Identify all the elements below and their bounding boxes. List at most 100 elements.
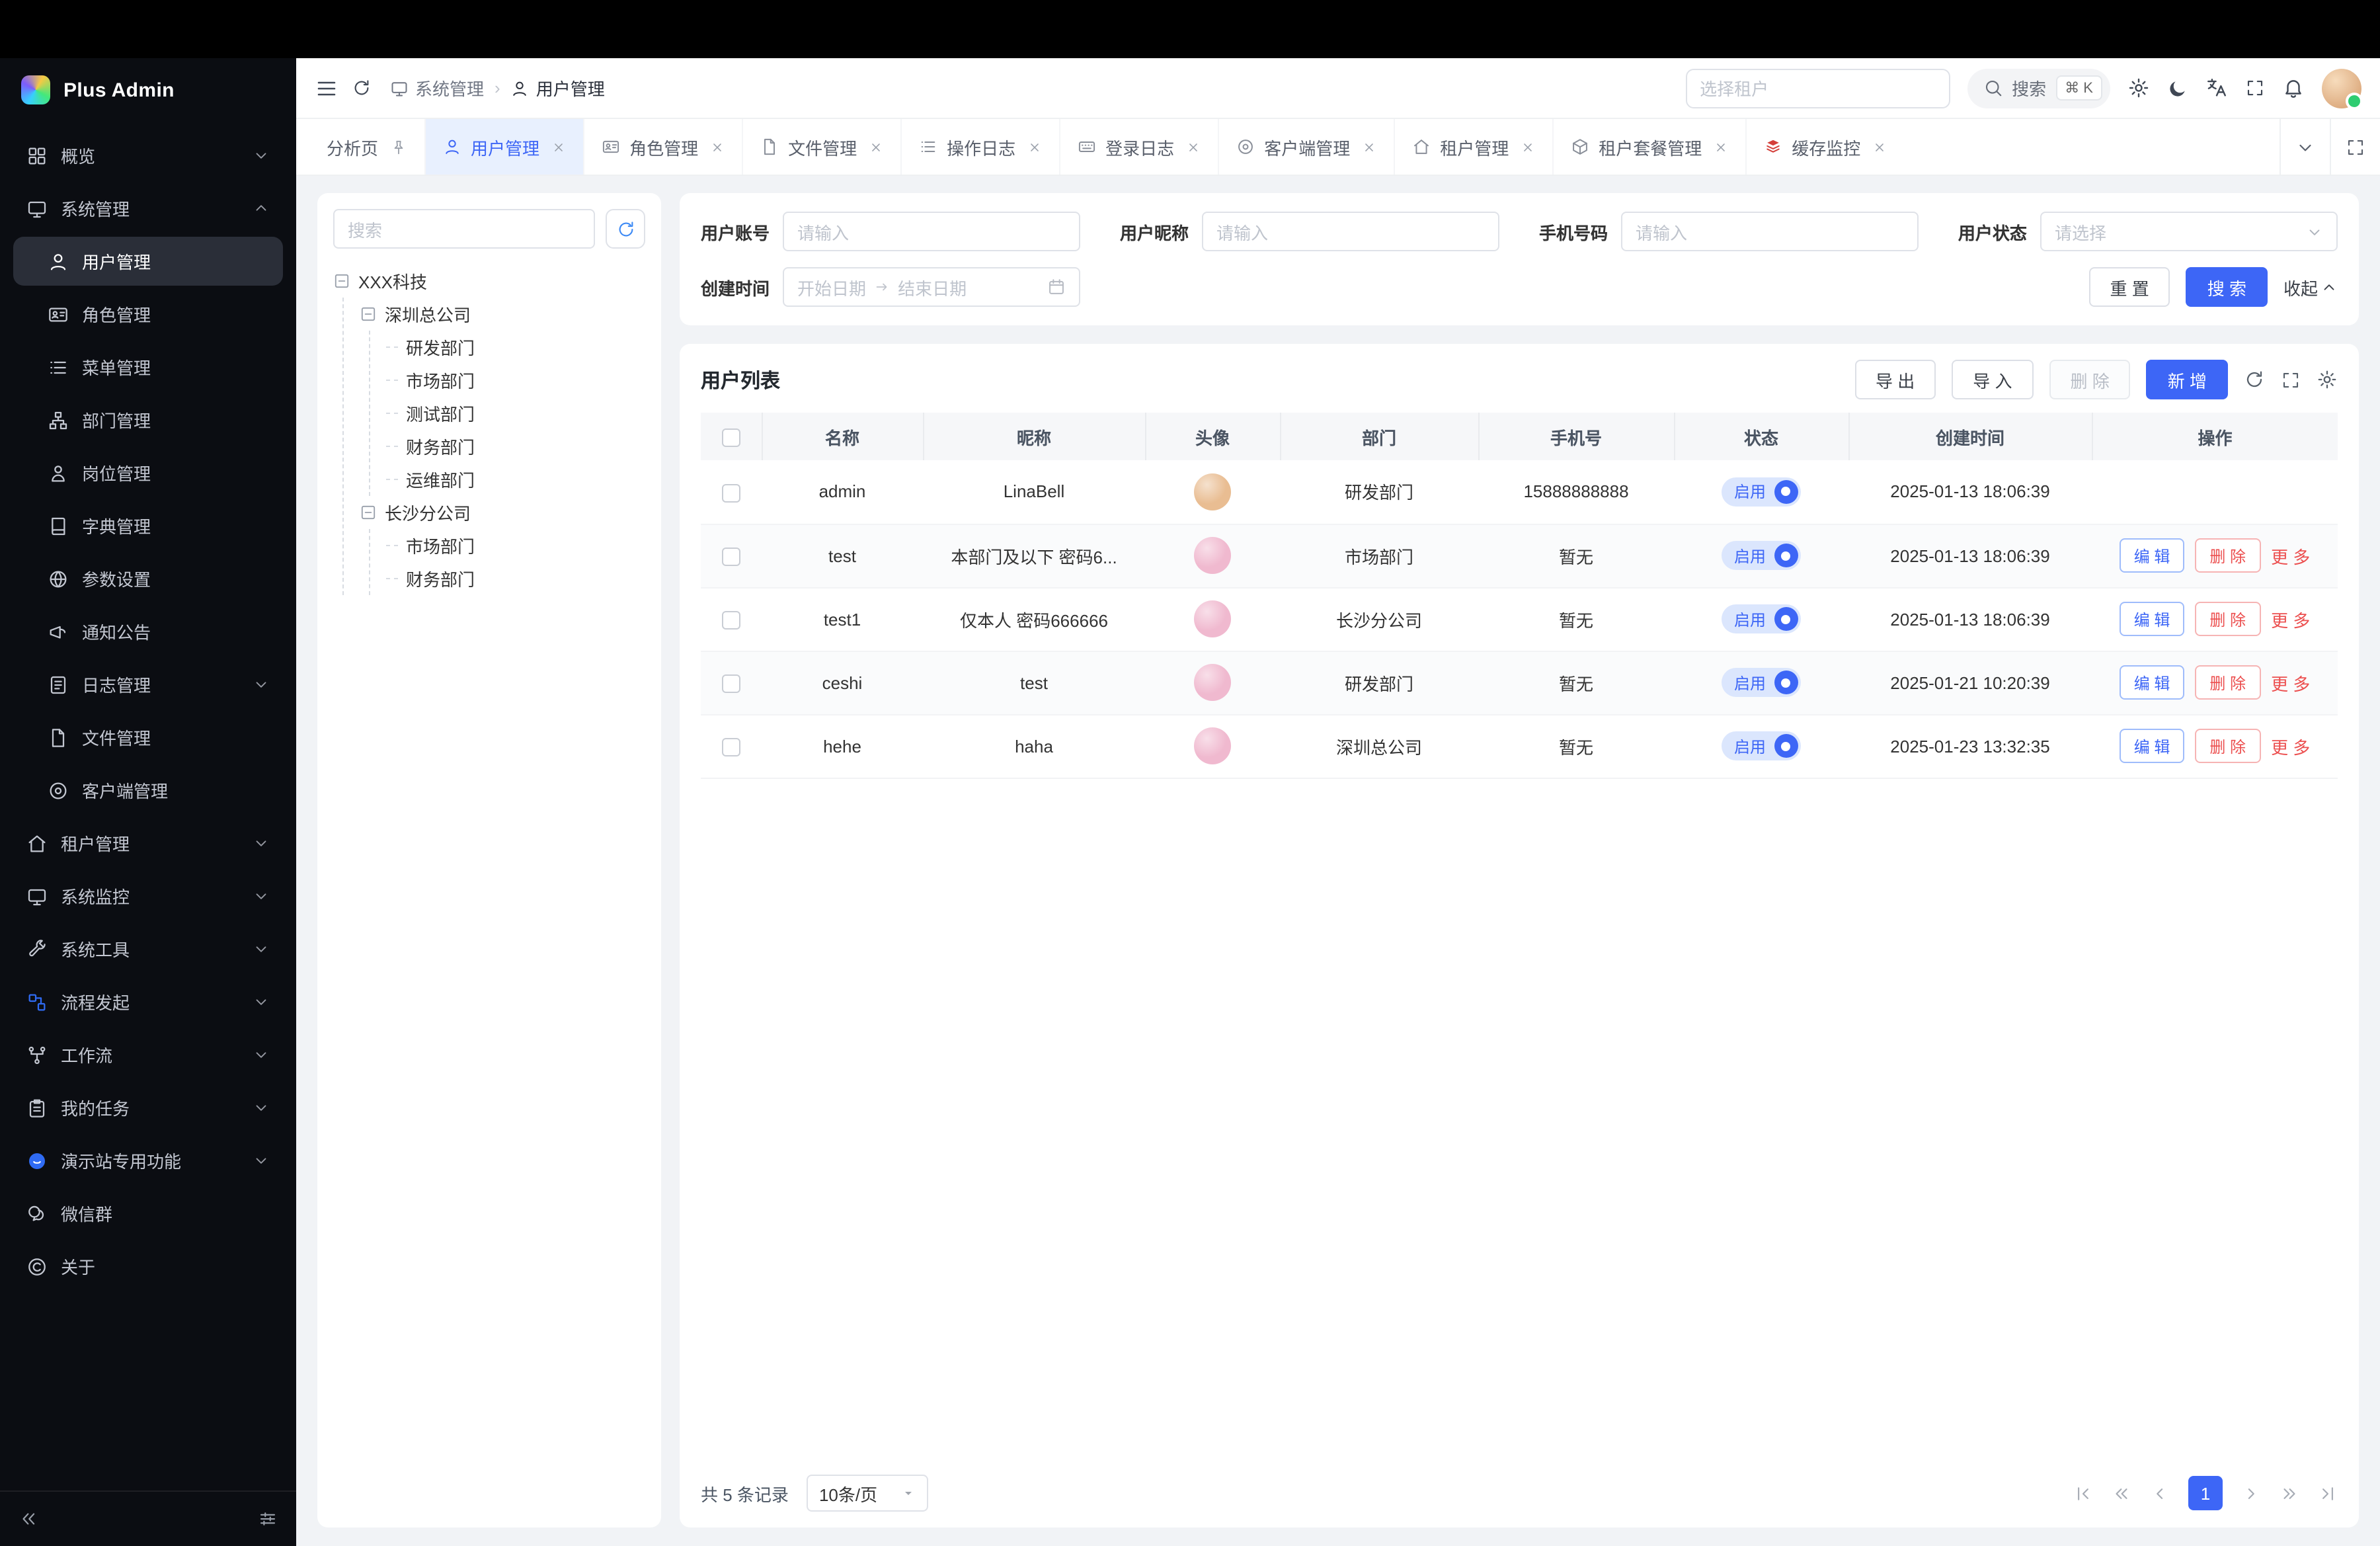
tree-node[interactable]: 运维部门 bbox=[386, 463, 645, 496]
filter-input[interactable]: 请输入 bbox=[783, 212, 1080, 251]
tab[interactable]: 缓存监控 bbox=[1745, 119, 1904, 175]
tab[interactable]: 分析页 bbox=[309, 119, 424, 175]
close-tab-icon[interactable] bbox=[1186, 140, 1201, 154]
edit-button[interactable]: 编 辑 bbox=[2120, 602, 2185, 636]
sidebar-item[interactable]: 文件管理 bbox=[13, 713, 283, 762]
status-toggle[interactable]: 启用 bbox=[1722, 477, 1800, 507]
close-tab-icon[interactable] bbox=[869, 140, 883, 154]
sidebar-item[interactable]: 角色管理 bbox=[13, 290, 283, 339]
filter-input[interactable]: 请输入 bbox=[1202, 212, 1499, 251]
close-tab-icon[interactable] bbox=[1027, 140, 1042, 154]
tenant-select[interactable]: 选择租户 bbox=[1685, 68, 1950, 108]
delete-button[interactable]: 删 除 bbox=[2195, 665, 2260, 700]
collapse-node-icon[interactable] bbox=[360, 504, 377, 521]
collapse-sidebar-button[interactable] bbox=[19, 1509, 38, 1529]
row-checkbox[interactable] bbox=[722, 548, 740, 566]
refresh-page-icon[interactable] bbox=[352, 78, 372, 98]
refresh-table-icon[interactable] bbox=[2244, 369, 2265, 390]
collapse-filters-link[interactable]: 收起 bbox=[2283, 274, 2338, 300]
tab-list-dropdown[interactable] bbox=[2280, 119, 2330, 175]
first-page-button[interactable] bbox=[2073, 1483, 2093, 1503]
sidebar-item[interactable]: 用户管理 bbox=[13, 237, 283, 286]
layout-settings-button[interactable] bbox=[258, 1509, 278, 1529]
next-5-pages-button[interactable] bbox=[2280, 1483, 2299, 1503]
sidebar-item[interactable]: 概览 bbox=[13, 131, 283, 180]
more-link[interactable]: 更 多 bbox=[2271, 610, 2310, 630]
sidebar-item[interactable]: 关于 bbox=[13, 1242, 283, 1291]
breadcrumb-item[interactable]: 系统管理 bbox=[390, 75, 484, 101]
last-page-button[interactable] bbox=[2318, 1483, 2338, 1503]
prev-page-button[interactable] bbox=[2150, 1483, 2170, 1503]
close-tab-icon[interactable] bbox=[1362, 140, 1376, 154]
filter-select[interactable]: 请选择 bbox=[2040, 212, 2338, 251]
add-button[interactable]: 新 增 bbox=[2147, 360, 2228, 399]
app-logo[interactable]: Plus Admin bbox=[0, 58, 296, 122]
current-page[interactable]: 1 bbox=[2188, 1476, 2223, 1510]
tree-node[interactable]: 研发部门 bbox=[386, 331, 645, 364]
close-tab-icon[interactable] bbox=[1714, 140, 1728, 154]
reset-button[interactable]: 重 置 bbox=[2088, 267, 2170, 307]
sidebar-item[interactable]: 微信群 bbox=[13, 1189, 283, 1238]
row-checkbox[interactable] bbox=[722, 483, 740, 502]
tree-node[interactable]: 市场部门 bbox=[386, 364, 645, 397]
select-all-checkbox[interactable] bbox=[722, 428, 740, 447]
tree-node[interactable]: 测试部门 bbox=[386, 397, 645, 430]
search-button[interactable]: 搜 索 bbox=[2186, 267, 2268, 307]
tree-node[interactable]: 财务部门 bbox=[386, 430, 645, 463]
edit-button[interactable]: 编 辑 bbox=[2120, 538, 2185, 573]
tab[interactable]: 租户管理 bbox=[1394, 119, 1552, 175]
filter-input[interactable]: 请输入 bbox=[1621, 212, 1919, 251]
edit-button[interactable]: 编 辑 bbox=[2120, 665, 2185, 700]
tab[interactable]: 文件管理 bbox=[742, 119, 900, 175]
status-toggle[interactable]: 启用 bbox=[1722, 604, 1800, 633]
delete-button[interactable]: 删 除 bbox=[2195, 729, 2260, 763]
sidebar-item[interactable]: 字典管理 bbox=[13, 501, 283, 550]
more-link[interactable]: 更 多 bbox=[2271, 547, 2310, 567]
sidebar-item[interactable]: 流程发起 bbox=[13, 977, 283, 1026]
tree-node[interactable]: 市场部门 bbox=[386, 529, 645, 562]
sidebar-item[interactable]: 租户管理 bbox=[13, 819, 283, 868]
pin-icon[interactable] bbox=[390, 138, 407, 155]
tree-node[interactable]: 财务部门 bbox=[386, 562, 645, 595]
row-checkbox[interactable] bbox=[722, 674, 740, 693]
row-checkbox[interactable] bbox=[722, 611, 740, 630]
sidebar-item[interactable]: 系统监控 bbox=[13, 872, 283, 920]
prev-5-pages-button[interactable] bbox=[2112, 1483, 2131, 1503]
sidebar-item[interactable]: 岗位管理 bbox=[13, 448, 283, 497]
collapse-node-icon[interactable] bbox=[360, 305, 377, 323]
tab[interactable]: 角色管理 bbox=[583, 119, 742, 175]
sidebar-item[interactable]: 系统管理 bbox=[13, 184, 283, 233]
status-toggle[interactable]: 启用 bbox=[1722, 731, 1800, 760]
tree-refresh-button[interactable] bbox=[606, 209, 645, 249]
content-fullscreen-button[interactable] bbox=[2330, 119, 2380, 175]
hamburger-menu-icon[interactable] bbox=[315, 76, 338, 100]
collapse-node-icon[interactable] bbox=[333, 272, 350, 290]
fullscreen-icon[interactable] bbox=[2245, 78, 2265, 98]
sidebar-item[interactable]: 系统工具 bbox=[13, 924, 283, 973]
tab[interactable]: 租户套餐管理 bbox=[1552, 119, 1745, 175]
status-toggle[interactable]: 启用 bbox=[1722, 541, 1800, 570]
global-search[interactable]: 搜索 ⌘ K bbox=[1967, 68, 2110, 108]
tab[interactable]: 登录日志 bbox=[1059, 119, 1218, 175]
import-button[interactable]: 导 入 bbox=[1952, 360, 2033, 399]
tab[interactable]: 用户管理 bbox=[424, 119, 583, 175]
delete-button[interactable]: 删 除 bbox=[2195, 538, 2260, 573]
close-tab-icon[interactable] bbox=[551, 140, 566, 154]
breadcrumb-item[interactable]: 用户管理 bbox=[511, 75, 605, 101]
column-settings-icon[interactable] bbox=[2317, 369, 2338, 390]
sidebar-item[interactable]: 演示站专用功能 bbox=[13, 1136, 283, 1185]
close-tab-icon[interactable] bbox=[710, 140, 725, 154]
sidebar-item[interactable]: 参数设置 bbox=[13, 554, 283, 603]
user-avatar[interactable] bbox=[2322, 68, 2361, 108]
delete-button[interactable]: 删 除 bbox=[2195, 602, 2260, 636]
notifications-icon[interactable] bbox=[2282, 77, 2305, 99]
sidebar-item[interactable]: 部门管理 bbox=[13, 395, 283, 444]
more-link[interactable]: 更 多 bbox=[2271, 737, 2310, 757]
page-size-select[interactable]: 10条/页 bbox=[807, 1475, 929, 1512]
tree-node[interactable]: XXX科技 bbox=[333, 264, 645, 298]
tab[interactable]: 操作日志 bbox=[900, 119, 1059, 175]
status-toggle[interactable]: 启用 bbox=[1722, 668, 1800, 697]
sidebar-item[interactable]: 菜单管理 bbox=[13, 343, 283, 391]
tree-node[interactable]: 深圳总公司 bbox=[360, 298, 645, 331]
sidebar-item[interactable]: 日志管理 bbox=[13, 660, 283, 709]
